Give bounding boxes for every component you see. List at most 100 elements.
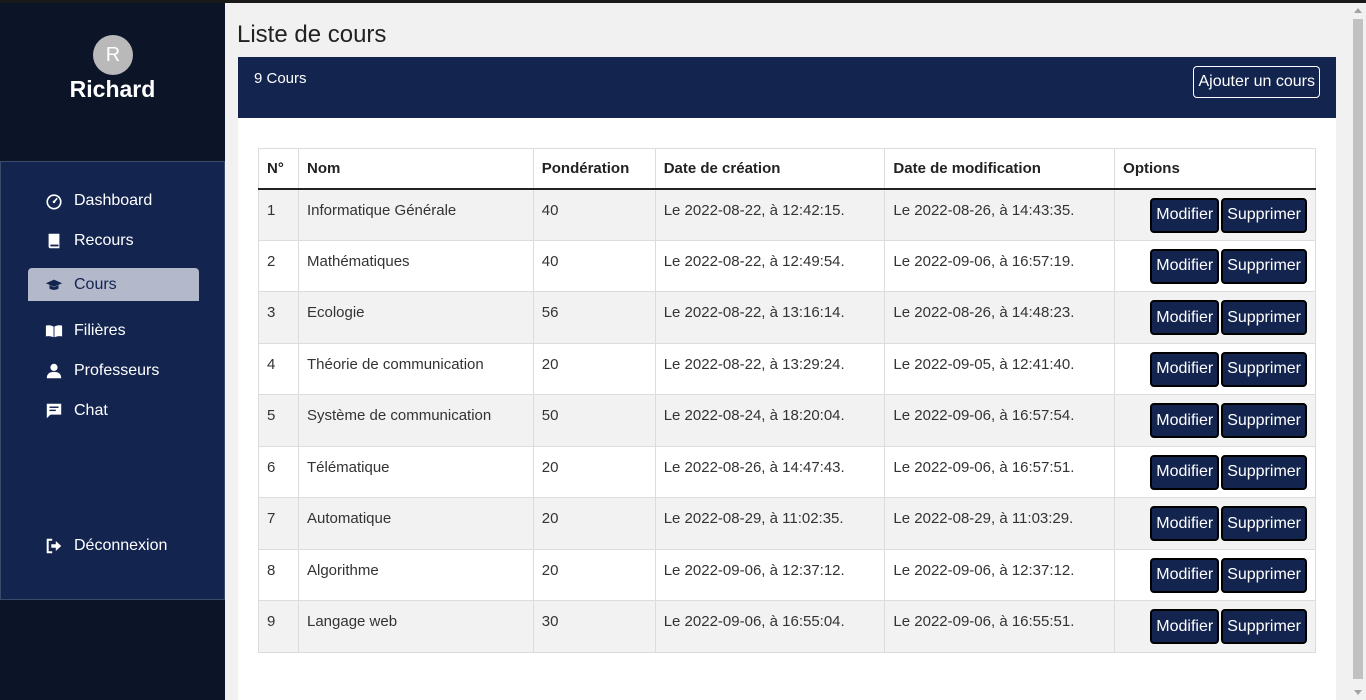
cell-modified: Le 2022-09-06, à 12:37:12. [884,548,1116,601]
modify-button[interactable]: Modifier [1150,609,1220,644]
delete-button[interactable]: Supprimer [1221,197,1307,233]
cell-options: Modifier Supprimer [1114,497,1316,550]
column-header-modified: Date de modification [884,148,1116,190]
table-row: 8 Algorithme 20 Le 2022-09-06, à 12:37:12. L… [258,548,1316,601]
main-content: Liste de cours 9 Cours Ajouter un cours … [225,3,1350,700]
sidebar-item-label: Cours [74,275,117,293]
table-row: 4 Théorie de communication 20 Le 2022-08-22… [258,342,1316,395]
delete-button[interactable]: Supprimer [1221,403,1307,438]
cell-weighting: 20 [532,445,656,498]
cell-created: Le 2022-08-22, à 13:16:14. [654,291,886,344]
page-title: Liste de cours [237,21,387,48]
table-row: 5 Système de communication 50 Le 2022-08-24… [258,394,1316,447]
delete-button[interactable]: Supprimer [1221,506,1307,541]
sidebar-item-chat[interactable]: Chat [28,394,199,427]
cell-number: 1 [258,188,299,241]
scroll-up-arrow-icon[interactable] [1354,8,1362,13]
cell-name: Langage web [297,600,534,653]
table-header-row: N° Nom Pondération Date de création Date… [258,148,1316,190]
avatar[interactable]: R [93,35,133,75]
modify-button[interactable]: Modifier [1150,403,1220,438]
cell-name: Automatique [297,497,534,550]
sidebar-item-label: Recours [74,231,134,249]
sidebar-item-dashboard[interactable]: Dashboard [28,184,199,217]
cell-options: Modifier Supprimer [1114,600,1316,653]
delete-button[interactable]: Supprimer [1221,609,1307,644]
column-header-name: Nom [297,148,534,190]
delete-button[interactable]: Supprimer [1221,557,1307,593]
cell-options: Modifier Supprimer [1114,394,1316,447]
sidebar-item-label: Professeurs [74,361,160,379]
table-row: 1 Informatique Générale 40 Le 2022-08-22, à… [258,188,1316,241]
column-header-created: Date de création [654,148,886,190]
cell-weighting: 40 [532,239,656,292]
cell-created: Le 2022-08-22, à 13:29:24. [654,342,886,395]
cell-created: Le 2022-09-06, à 16:55:04. [654,600,886,653]
cell-created: Le 2022-08-24, à 18:20:04. [654,394,886,447]
cell-created: Le 2022-08-22, à 12:49:54. [654,239,886,292]
user-name: Richard [69,76,156,102]
sidebar-item-label: Dashboard [74,191,153,209]
cell-name: Ecologie [297,291,534,344]
delete-button[interactable]: Supprimer [1221,248,1307,284]
cell-options: Modifier Supprimer [1114,291,1316,344]
table-row: 6 Télématique 20 Le 2022-08-26, à 14:47:43.… [258,445,1316,498]
cell-number: 7 [258,497,299,550]
cell-modified: Le 2022-09-06, à 16:55:51. [884,600,1116,653]
delete-button[interactable]: Supprimer [1221,300,1307,335]
course-count: 9 Cours [254,70,307,87]
cell-created: Le 2022-09-06, à 12:37:12. [654,548,886,601]
sidebar-nav: Dashboard Recours Cours Filières Profess… [0,161,225,600]
modify-button[interactable]: Modifier [1150,248,1220,284]
chat-icon [44,401,64,421]
cell-name: Théorie de communication [297,342,534,395]
cell-created: Le 2022-08-29, à 11:02:35. [654,497,886,550]
cell-number: 3 [258,291,299,344]
cell-weighting: 56 [532,291,656,344]
cell-name: Informatique Générale [297,188,534,241]
add-course-button[interactable]: Ajouter un cours [1193,66,1320,98]
sidebar-item-label: Chat [74,401,108,419]
sidebar-item-professeurs[interactable]: Professeurs [28,354,199,387]
card-header: 9 Cours Ajouter un cours [238,57,1336,118]
modify-button[interactable]: Modifier [1150,506,1220,541]
cell-options: Modifier Supprimer [1114,188,1316,241]
cell-created: Le 2022-08-26, à 14:47:43. [654,445,886,498]
user-icon [44,361,64,381]
scrollbar-thumb[interactable] [1353,19,1363,679]
cell-modified: Le 2022-08-29, à 11:03:29. [884,497,1116,550]
courses-card: 9 Cours Ajouter un cours N° Nom Pondérat… [238,57,1336,700]
table-row: 9 Langage web 30 Le 2022-09-06, à 16:55:04.… [258,600,1316,653]
modify-button[interactable]: Modifier [1150,300,1220,335]
cell-created: Le 2022-08-22, à 12:42:15. [654,188,886,241]
modify-button[interactable]: Modifier [1150,351,1220,387]
column-header-options: Options [1114,148,1316,190]
cell-modified: Le 2022-09-05, à 12:41:40. [884,342,1116,395]
sidebar-item-cours[interactable]: Cours [28,268,199,301]
modify-button[interactable]: Modifier [1150,454,1220,490]
sidebar-item-filieres[interactable]: Filières [28,314,199,347]
cell-modified: Le 2022-09-06, à 16:57:19. [884,239,1116,292]
delete-button[interactable]: Supprimer [1221,454,1307,490]
sidebar-item-recours[interactable]: Recours [28,224,199,257]
delete-button[interactable]: Supprimer [1221,351,1307,387]
book-icon [44,231,64,251]
sidebar: R Richard Dashboard Recours Cours Filièr… [0,3,225,700]
cell-name: Mathématiques [297,239,534,292]
cell-modified: Le 2022-08-26, à 14:43:35. [884,188,1116,241]
cell-name: Algorithme [297,548,534,601]
cell-options: Modifier Supprimer [1114,342,1316,395]
cell-number: 2 [258,239,299,292]
column-header-weighting: Pondération [532,148,656,190]
courses-table: N° Nom Pondération Date de création Date… [258,148,1316,653]
profile-section: R Richard [0,3,225,161]
cell-modified: Le 2022-08-26, à 14:48:23. [884,291,1116,344]
modify-button[interactable]: Modifier [1150,557,1220,593]
modify-button[interactable]: Modifier [1150,197,1220,233]
cell-number: 9 [258,600,299,653]
logout-button[interactable]: Déconnexion [28,529,199,562]
scroll-down-arrow-icon[interactable] [1354,690,1362,695]
cell-modified: Le 2022-09-06, à 16:57:54. [884,394,1116,447]
table-row: 2 Mathématiques 40 Le 2022-08-22, à 12:49:5… [258,239,1316,292]
vertical-scrollbar[interactable] [1350,3,1366,700]
